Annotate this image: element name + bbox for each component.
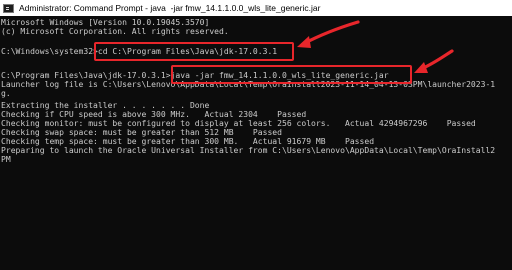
console-line: PM bbox=[1, 155, 11, 164]
console-line: (c) Microsoft Corporation. All rights re… bbox=[1, 27, 229, 36]
window-title: Administrator: Command Prompt - java -ja… bbox=[19, 3, 321, 13]
java-jar-command-highlight bbox=[171, 65, 412, 84]
console-line: Preparing to launch the Oracle Universal… bbox=[1, 146, 496, 155]
cd-command-highlight bbox=[94, 42, 294, 61]
console-line: g. bbox=[1, 89, 11, 98]
window-titlebar[interactable]: Administrator: Command Prompt - java -ja… bbox=[0, 0, 512, 16]
cmd-icon bbox=[3, 3, 14, 13]
